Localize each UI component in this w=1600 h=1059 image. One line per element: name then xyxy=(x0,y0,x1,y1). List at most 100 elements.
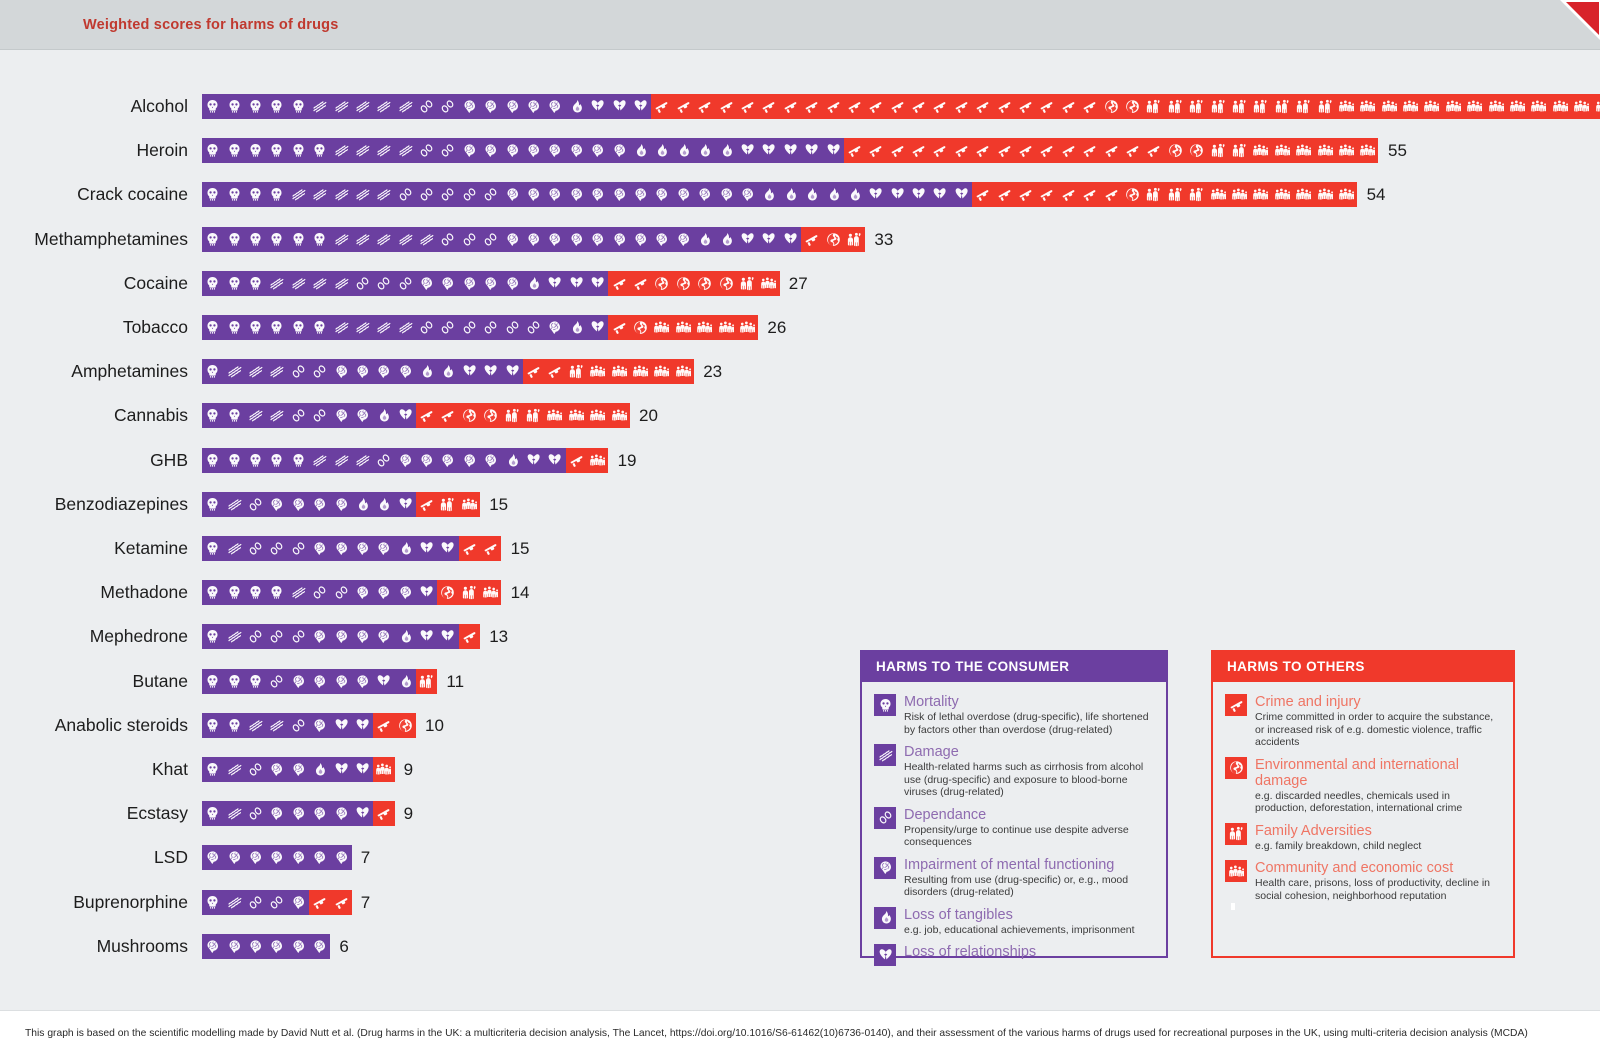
chain-links-icon xyxy=(437,94,458,119)
waves-icon xyxy=(266,713,287,738)
chart-row: Methamphetamines 33 xyxy=(0,223,1600,255)
bar-value-label: 55 xyxy=(1388,141,1407,161)
bar-segment-harms-to-others xyxy=(415,668,438,694)
brain-icon xyxy=(544,315,565,340)
bar-segment-harms-to-consumer xyxy=(202,182,973,208)
gun-icon xyxy=(1122,138,1143,163)
brain-icon xyxy=(373,359,394,384)
gun-icon xyxy=(673,94,694,119)
family-icon xyxy=(1229,94,1250,119)
community-icon xyxy=(1400,94,1421,119)
bar-track xyxy=(202,403,630,429)
skull-icon xyxy=(288,315,309,340)
community-icon xyxy=(694,315,715,340)
bar-segment-harms-to-consumer xyxy=(202,801,374,827)
broken-heart-icon xyxy=(737,138,758,163)
gun-icon xyxy=(416,403,437,428)
skull-icon xyxy=(266,580,287,605)
broken-heart-icon xyxy=(395,403,416,428)
gun-icon xyxy=(758,94,779,119)
brain-icon xyxy=(352,359,373,384)
brain-icon xyxy=(223,934,244,959)
bar-category-label: Buprenorphine xyxy=(73,891,188,912)
brain-icon xyxy=(544,94,565,119)
broken-heart-icon xyxy=(395,492,416,517)
bar-segment-harms-to-consumer xyxy=(202,712,374,738)
legend-others-items: Crime and injury Crime committed in order… xyxy=(1213,682,1513,902)
legend-item-term: Environmental and international damage xyxy=(1255,756,1459,789)
chain-links-icon xyxy=(309,359,330,384)
bar-category-label: GHB xyxy=(150,449,188,470)
waves-icon xyxy=(223,536,244,561)
brain-icon xyxy=(480,138,501,163)
gun-icon xyxy=(972,182,993,207)
chain-links-icon xyxy=(330,580,351,605)
skull-icon xyxy=(245,182,266,207)
legend-item-term: Damage xyxy=(904,744,959,760)
globe-icon xyxy=(1186,138,1207,163)
bar-value-label: 13 xyxy=(489,627,509,647)
family-icon xyxy=(1207,94,1228,119)
gun-icon xyxy=(1036,94,1057,119)
gun-icon xyxy=(1058,182,1079,207)
community-icon xyxy=(459,492,480,517)
broken-heart-icon xyxy=(780,227,801,252)
bar-category-label: Amphetamines xyxy=(71,361,188,382)
flame-icon xyxy=(780,182,801,207)
waves-icon xyxy=(352,182,373,207)
brain-icon xyxy=(544,182,565,207)
gun-icon xyxy=(416,492,437,517)
waves-icon xyxy=(223,801,244,826)
chain-links-icon xyxy=(459,227,480,252)
community-icon xyxy=(1571,94,1592,119)
skull-icon xyxy=(288,138,309,163)
flame-icon xyxy=(874,906,896,929)
gun-icon xyxy=(865,94,886,119)
bar-segment-harms-to-others xyxy=(373,801,395,827)
broken-heart-icon xyxy=(929,182,950,207)
skull-icon xyxy=(202,227,223,252)
brain-icon xyxy=(608,138,629,163)
bar-segment-harms-to-others xyxy=(437,580,502,606)
brain-icon xyxy=(309,713,330,738)
chain-links-icon xyxy=(395,271,416,296)
flame-icon xyxy=(844,182,865,207)
flame-icon xyxy=(630,138,651,163)
chain-links-icon xyxy=(416,94,437,119)
waves-icon xyxy=(223,359,244,384)
bar-track xyxy=(202,359,694,385)
skull-icon xyxy=(874,694,896,716)
bar-track xyxy=(202,933,331,959)
broken-heart-icon xyxy=(865,182,886,207)
legend-item-term: Mortality xyxy=(904,694,959,710)
skull-icon xyxy=(288,227,309,252)
gun-icon xyxy=(1058,94,1079,119)
broken-heart-icon xyxy=(416,624,437,649)
globe-icon xyxy=(715,271,736,296)
legend-item-description: Resulting from use (drug-specific) or, e… xyxy=(904,873,1129,899)
skull-icon xyxy=(202,757,223,782)
brain-icon xyxy=(352,536,373,561)
gun-icon xyxy=(330,890,351,915)
family-icon xyxy=(523,403,544,428)
skull-icon xyxy=(202,624,223,649)
community-icon xyxy=(373,757,394,782)
gun-icon xyxy=(608,315,629,340)
bar-segment-harms-to-consumer xyxy=(202,889,309,915)
chain-links-icon xyxy=(288,624,309,649)
gun-icon xyxy=(887,94,908,119)
waves-icon xyxy=(373,94,394,119)
chain-links-icon xyxy=(459,182,480,207)
waves-icon xyxy=(352,138,373,163)
waves-icon xyxy=(416,227,437,252)
gun-icon xyxy=(972,94,993,119)
broken-heart-icon xyxy=(330,757,351,782)
chain-links-icon xyxy=(480,227,501,252)
brain-icon xyxy=(459,448,480,473)
community-icon xyxy=(566,403,587,428)
waves-icon xyxy=(395,315,416,340)
chart-row: Mephedrone 13 xyxy=(0,620,1600,652)
broken-heart-icon xyxy=(523,448,544,473)
skull-icon xyxy=(245,580,266,605)
chain-links-icon xyxy=(288,713,309,738)
